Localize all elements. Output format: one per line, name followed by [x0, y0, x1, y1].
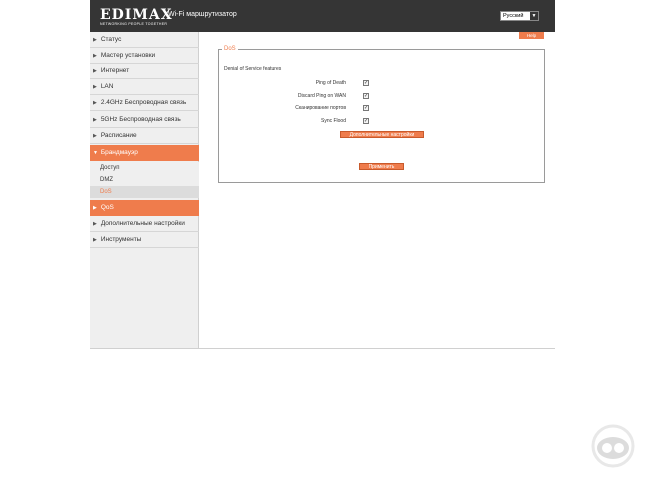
watermark-logo-icon — [591, 424, 635, 468]
port-scan-checkbox[interactable]: ✓ — [363, 105, 369, 111]
dos-section-label: Denial of Service features — [224, 66, 282, 72]
language-select[interactable]: Русский ▼ — [500, 11, 539, 21]
sidebar-subitem-access[interactable]: Доступ — [90, 162, 199, 174]
sidebar-item-internet[interactable]: ▶ Интернет — [90, 63, 199, 79]
chevron-right-icon: ▶ — [93, 84, 97, 90]
chevron-right-icon: ▶ — [93, 53, 97, 59]
sidebar-item-label: Расписание — [100, 132, 137, 139]
chevron-down-icon[interactable]: ▼ — [530, 12, 538, 20]
port-scan-label: Сканирование портов — [295, 105, 346, 111]
sidebar-item-wireless-24ghz[interactable]: ▶ 2.4GHz Беспроводная связь — [90, 95, 199, 111]
sync-flood-label: Sync Flood — [320, 118, 346, 124]
sidebar-item-label: Дополнительные настройки — [100, 220, 185, 227]
sidebar-subitem-dos[interactable]: DoS — [90, 186, 199, 198]
sync-flood-checkbox[interactable]: ✓ — [363, 118, 369, 124]
sidebar-item-label: Мастер установки — [100, 52, 156, 59]
chevron-right-icon: ▶ — [93, 37, 97, 43]
router-admin-page: EDIMAX NETWORKING PEOPLE TOGETHER Wi-Fi … — [0, 0, 645, 480]
ping-of-death-checkbox[interactable]: ✓ — [363, 80, 369, 86]
check-mark-icon: ✓ — [364, 80, 369, 86]
sidebar-item-label: 2.4GHz Беспроводная связь — [100, 99, 187, 106]
sidebar-item-wireless-5ghz[interactable]: ▶ 5GHz Беспроводная связь — [90, 112, 199, 128]
sidebar-item-label: Статус — [100, 36, 122, 43]
check-mark-icon: ✓ — [364, 118, 369, 124]
discard-ping-wan-checkbox[interactable]: ✓ — [363, 93, 369, 99]
sidebar: ▶ Статус ▶ Мастер установки ▶ Интернет ▶… — [90, 32, 199, 349]
edimax-logo: EDIMAX — [100, 7, 173, 23]
chevron-right-icon: ▶ — [93, 205, 97, 211]
page-bottom-divider — [90, 348, 555, 349]
sidebar-item-status[interactable]: ▶ Статус — [90, 32, 199, 48]
chevron-right-icon: ▶ — [93, 100, 97, 106]
sidebar-item-label: 5GHz Беспроводная связь — [100, 116, 181, 123]
chevron-right-icon: ▶ — [93, 68, 97, 74]
sidebar-item-setup-wizard[interactable]: ▶ Мастер установки — [90, 48, 199, 64]
apply-button[interactable]: Применить — [359, 163, 404, 170]
check-mark-icon: ✓ — [364, 105, 369, 111]
chevron-right-icon: ▶ — [93, 117, 97, 123]
sidebar-item-label: QoS — [100, 204, 114, 211]
chevron-down-icon: ▼ — [93, 150, 98, 156]
sidebar-item-label: LAN — [100, 83, 114, 90]
app-title: Wi-Fi маршрутизатор — [168, 11, 237, 18]
language-selected-value: Русский — [503, 13, 524, 19]
sidebar-item-label: Инструменты — [100, 236, 142, 243]
sidebar-item-tools[interactable]: ▶ Инструменты — [90, 232, 199, 248]
chevron-right-icon: ▶ — [93, 237, 97, 243]
chevron-right-icon: ▶ — [93, 221, 97, 227]
sidebar-item-label: Брандмауэр — [100, 149, 138, 156]
sidebar-item-lan[interactable]: ▶ LAN — [90, 79, 199, 95]
chevron-right-icon: ▶ — [93, 133, 97, 139]
advanced-settings-button[interactable]: Дополнительные настройки — [340, 131, 424, 138]
sidebar-subitem-dmz[interactable]: DMZ — [90, 174, 199, 186]
sidebar-item-qos[interactable]: ▶ QoS — [90, 200, 199, 216]
check-mark-icon: ✓ — [364, 93, 369, 99]
sidebar-item-schedule[interactable]: ▶ Расписание — [90, 128, 199, 144]
logo-tagline: NETWORKING PEOPLE TOGETHER — [100, 22, 168, 26]
discard-ping-wan-label: Discard Ping on WAN — [297, 93, 346, 99]
sidebar-item-label: Интернет — [100, 67, 130, 74]
sidebar-item-advanced[interactable]: ▶ Дополнительные настройки — [90, 216, 199, 232]
ping-of-death-label: Ping of Death — [315, 80, 346, 86]
sidebar-item-firewall[interactable]: ▼ Брандмауэр — [90, 145, 199, 161]
dos-legend: DoS — [222, 45, 238, 53]
help-button[interactable]: Help — [519, 32, 544, 39]
header-bar: EDIMAX NETWORKING PEOPLE TOGETHER Wi-Fi … — [90, 0, 555, 32]
